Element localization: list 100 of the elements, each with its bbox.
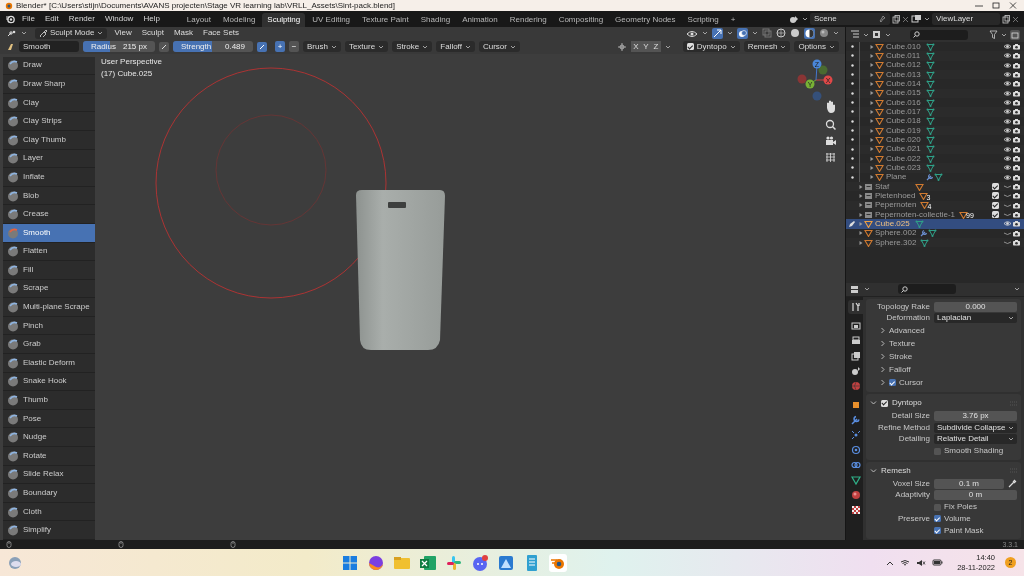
scene-icon[interactable] bbox=[789, 14, 800, 24]
checker-icon[interactable] bbox=[849, 503, 862, 516]
chevron-down-icon[interactable] bbox=[870, 467, 877, 474]
subpanel-header[interactable]: Texture bbox=[866, 337, 1021, 351]
workspace-tab[interactable]: Texture Paint bbox=[357, 13, 414, 27]
tool-button[interactable]: Inflate bbox=[3, 168, 95, 187]
eye-icon[interactable] bbox=[1003, 173, 1012, 181]
tool-button[interactable]: Crease bbox=[3, 205, 95, 224]
number-field[interactable]: 3.76 px bbox=[934, 411, 1017, 422]
checkbox-option[interactable]: Fix Poles bbox=[934, 503, 977, 512]
eye-icon[interactable] bbox=[1003, 145, 1012, 153]
caret-icon[interactable] bbox=[1008, 425, 1014, 430]
eye-icon[interactable] bbox=[1003, 71, 1012, 79]
checkbox-option[interactable]: Smooth Shading bbox=[934, 447, 1004, 456]
dropdown-menu-button[interactable]: Texture bbox=[344, 41, 389, 53]
gizmo-toggle-icon[interactable] bbox=[712, 27, 723, 39]
camera-icon[interactable] bbox=[1012, 117, 1021, 125]
eye-icon[interactable] bbox=[1003, 164, 1012, 172]
caret-icon[interactable] bbox=[829, 44, 835, 49]
eye-icon[interactable] bbox=[1003, 61, 1012, 69]
orbit-icon[interactable] bbox=[849, 443, 862, 456]
caret-icon[interactable] bbox=[833, 31, 839, 36]
camera-icon[interactable] bbox=[826, 135, 836, 145]
material-shading-icon[interactable] bbox=[804, 27, 815, 39]
chevron-down-icon[interactable] bbox=[870, 400, 877, 407]
caret-icon[interactable] bbox=[509, 44, 516, 49]
camera-icon[interactable] bbox=[1012, 239, 1021, 247]
workspace-tab[interactable]: Animation bbox=[457, 13, 503, 27]
app-logo-icon[interactable] bbox=[5, 14, 16, 24]
checkbox[interactable] bbox=[686, 43, 694, 51]
editor-type-icon[interactable] bbox=[850, 284, 860, 294]
caret-icon[interactable] bbox=[727, 31, 733, 36]
outliner-row[interactable]: Plane bbox=[846, 172, 1024, 182]
checkbox[interactable] bbox=[934, 515, 941, 523]
eye-icon[interactable] bbox=[1003, 89, 1012, 97]
workspace-tab[interactable]: Rendering bbox=[504, 13, 552, 27]
checkbox[interactable] bbox=[934, 527, 941, 535]
battery-icon[interactable] bbox=[932, 559, 944, 566]
subpanel-header[interactable]: Stroke bbox=[866, 350, 1021, 364]
checkbox[interactable] bbox=[889, 379, 896, 387]
caret-icon[interactable] bbox=[1008, 316, 1014, 321]
caret-icon[interactable] bbox=[702, 31, 708, 36]
add-direction-button[interactable]: + bbox=[275, 41, 285, 53]
subpanel-header[interactable]: Cursor bbox=[866, 376, 1021, 390]
close-icon[interactable] bbox=[1012, 15, 1019, 23]
display-mode-icon[interactable] bbox=[850, 30, 860, 39]
subpanel-header[interactable]: Falloff bbox=[866, 363, 1021, 377]
camera-icon[interactable] bbox=[1012, 211, 1021, 219]
dropdown-menu-button[interactable]: Stroke bbox=[392, 41, 433, 53]
eye-icon[interactable] bbox=[1003, 108, 1012, 116]
menu-item[interactable]: Face Sets bbox=[200, 29, 243, 38]
outliner-row[interactable]: Cube.014 bbox=[846, 79, 1024, 89]
dropdown[interactable]: Laplacian bbox=[934, 313, 1017, 324]
menu-item[interactable]: View bbox=[111, 29, 135, 38]
camera-icon[interactable] bbox=[1012, 164, 1021, 172]
brush-name-field[interactable]: Smooth bbox=[19, 41, 79, 53]
tool-button[interactable]: Boundary bbox=[3, 484, 95, 503]
camera-icon[interactable] bbox=[1012, 80, 1021, 88]
printer-icon[interactable] bbox=[849, 334, 862, 347]
tool-button[interactable]: Simplify bbox=[3, 521, 95, 540]
wireframe-shading-icon[interactable] bbox=[776, 28, 786, 39]
workspace-tab[interactable]: Compositing bbox=[553, 13, 609, 27]
grid-icon[interactable] bbox=[825, 152, 836, 162]
app-logo-icon[interactable] bbox=[548, 552, 569, 573]
axis-toggle[interactable]: X bbox=[630, 41, 641, 53]
tool-button[interactable]: Rotate bbox=[3, 447, 95, 466]
caret-icon[interactable] bbox=[1014, 287, 1020, 292]
radius-slider[interactable]: Radius 215 px bbox=[83, 41, 155, 53]
number-field[interactable]: 0.000 bbox=[934, 301, 1017, 312]
camera-icon[interactable] bbox=[1012, 220, 1021, 228]
number-field[interactable]: 0.1 m bbox=[934, 478, 1004, 489]
checkbox-option[interactable]: Paint Mask bbox=[934, 526, 984, 535]
visibility-icon[interactable] bbox=[686, 28, 698, 38]
outliner-row[interactable]: Cube.020 bbox=[846, 135, 1024, 145]
solid-shading-icon[interactable] bbox=[790, 28, 800, 39]
eye-icon[interactable] bbox=[1003, 52, 1012, 60]
outliner-row[interactable]: Cube.018 bbox=[846, 116, 1024, 126]
caret-icon[interactable] bbox=[330, 44, 337, 49]
copy-icon[interactable] bbox=[1002, 14, 1010, 24]
eye-icon[interactable] bbox=[1003, 117, 1012, 125]
camera-icon[interactable] bbox=[1012, 127, 1021, 135]
close-icon[interactable] bbox=[902, 15, 909, 23]
speaker-icon[interactable] bbox=[916, 558, 927, 567]
menu-item[interactable]: Window bbox=[100, 13, 138, 25]
workspace-tab[interactable]: Geometry Nodes bbox=[610, 13, 681, 27]
closed-eye-icon[interactable] bbox=[1003, 211, 1012, 219]
checkbox[interactable] bbox=[992, 192, 999, 200]
image-stack-icon[interactable] bbox=[849, 349, 862, 362]
eyedropper-icon[interactable] bbox=[1008, 479, 1017, 489]
caret-icon[interactable] bbox=[802, 17, 808, 21]
dyntopo-toggle[interactable]: Dyntopo bbox=[682, 41, 740, 53]
wrench-icon[interactable] bbox=[849, 413, 862, 426]
camera-icon[interactable] bbox=[1012, 145, 1021, 153]
outliner-row[interactable]: Sphere.002 bbox=[846, 228, 1024, 238]
caret-icon[interactable] bbox=[863, 32, 869, 37]
caret-icon[interactable] bbox=[729, 44, 736, 49]
filter-view-icon[interactable] bbox=[872, 30, 882, 39]
camera-icon[interactable] bbox=[1012, 229, 1021, 237]
workspace-tab[interactable]: Modeling bbox=[217, 13, 261, 27]
new-collection-icon[interactable] bbox=[1010, 29, 1020, 40]
